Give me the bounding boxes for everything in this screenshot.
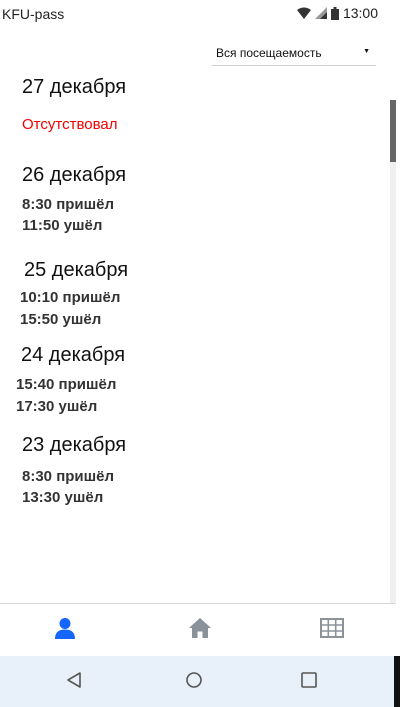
absent-status: Отсутствовал — [22, 116, 118, 133]
screen-edge — [394, 656, 400, 707]
scrollbar-track[interactable] — [390, 100, 396, 605]
arrived-time: 8:30 пришёл — [22, 468, 115, 485]
scrollbar-thumb[interactable] — [390, 100, 396, 162]
profile-icon — [54, 617, 76, 644]
system-back-button[interactable] — [62, 670, 86, 694]
table-icon — [320, 617, 344, 643]
arrived-time: 8:30 пришёл — [22, 196, 115, 213]
filter-selected-label: Вся посещаемость — [216, 46, 322, 60]
battery-icon — [330, 6, 339, 20]
arrived-time: 10:10 пришёл — [20, 289, 121, 306]
day-date: 24 декабря — [21, 344, 126, 366]
system-home-button[interactable] — [182, 670, 206, 694]
left-time: 11:50 ушёл — [22, 217, 103, 234]
left-time: 17:30 ушёл — [16, 398, 98, 415]
status-icons: 13:00 — [296, 5, 378, 21]
day-date: 23 декабря — [22, 434, 127, 456]
status-app-name: KFU-pass — [2, 6, 65, 22]
recents-icon — [300, 671, 318, 694]
wifi-icon — [296, 7, 311, 19]
nav-profile-button[interactable] — [45, 614, 85, 646]
bottom-nav — [0, 604, 395, 656]
attendance-filter-dropdown[interactable]: Вся посещаемость ▼ — [212, 42, 376, 66]
dropdown-arrow-icon: ▼ — [363, 48, 370, 55]
nav-home-button[interactable] — [180, 614, 220, 646]
home-icon — [188, 617, 212, 644]
nav-schedule-button[interactable] — [312, 614, 352, 646]
home-circle-icon — [185, 671, 203, 694]
status-time: 13:00 — [342, 5, 378, 21]
left-time: 15:50 ушёл — [20, 311, 102, 328]
arrived-time: 15:40 пришёл — [16, 376, 117, 393]
left-time: 13:30 ушёл — [22, 489, 104, 506]
signal-icon — [314, 7, 327, 19]
day-date: 27 декабря — [22, 76, 127, 98]
system-nav-bar — [0, 656, 394, 707]
status-bar: KFU-pass 13:00 — [0, 0, 400, 28]
day-date: 26 декабря — [22, 164, 127, 186]
day-date: 25 декабря — [24, 259, 129, 281]
back-icon — [65, 671, 83, 694]
system-recents-button[interactable] — [297, 670, 321, 694]
